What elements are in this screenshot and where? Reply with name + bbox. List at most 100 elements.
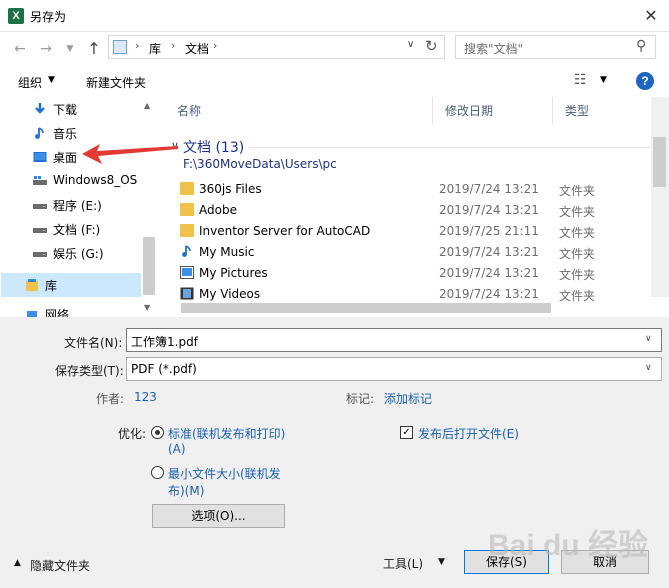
radio-standard-label[interactable]: 标准(联机发布和打印): [168, 425, 285, 442]
sidebar-item-drive-e[interactable]: 程序 (E:): [1, 193, 141, 217]
file-type: 文件夹: [559, 289, 596, 303]
breadcrumb-separator[interactable]: ›: [213, 39, 217, 52]
scroll-up-arrow[interactable]: ▲: [144, 101, 150, 110]
scrollbar-thumb[interactable]: [143, 237, 155, 295]
sidebar-item-windows8-os[interactable]: Windows8_OS: [1, 169, 141, 193]
open-after-publish-label[interactable]: 发布后打开文件(E): [418, 425, 519, 442]
filetype-select[interactable]: PDF (*.pdf) ∨: [126, 357, 662, 381]
file-name: 360js Files: [199, 182, 262, 196]
radio-standard-label-line2[interactable]: (A): [168, 442, 186, 456]
filename-value[interactable]: 工作簿1.pdf: [131, 333, 198, 350]
radio-standard[interactable]: [151, 426, 164, 439]
back-button[interactable]: ←: [10, 38, 30, 60]
filename-label: 文件名(N):: [64, 336, 123, 350]
table-row[interactable]: Inventor Server for AutoCAD 2019/7/25 21…: [165, 221, 651, 242]
forward-button[interactable]: →: [36, 38, 56, 60]
excel-icon: X: [8, 8, 24, 24]
sidebar-item-label: 音乐: [53, 127, 78, 141]
arrow-up-icon: ↑: [87, 39, 101, 58]
group-header[interactable]: 文档 (13): [183, 137, 244, 157]
checkmark-icon: ✓: [402, 427, 411, 438]
window-title: 另存为: [30, 10, 67, 24]
view-options-icon[interactable]: ☷: [574, 72, 587, 88]
open-after-publish-checkbox[interactable]: ✓: [400, 426, 413, 439]
radio-minimum-size-label-line2[interactable]: 布)(M): [168, 482, 204, 499]
file-date: 2019/7/24 13:21: [439, 245, 539, 259]
filename-field[interactable]: 工作簿1.pdf ∨: [126, 328, 662, 352]
table-row[interactable]: My Pictures 2019/7/24 13:21 文件夹: [165, 263, 651, 284]
file-type: 文件夹: [559, 247, 596, 261]
drive-icon: [33, 228, 47, 233]
sidebar-item-downloads[interactable]: 下载: [1, 97, 141, 121]
column-header-type[interactable]: 类型: [553, 97, 651, 125]
folder-icon: [180, 203, 194, 216]
library-icon: [113, 40, 127, 54]
up-button[interactable]: ↑: [84, 38, 104, 60]
options-button[interactable]: 选项(O)...: [152, 504, 285, 528]
close-icon: ✕: [644, 6, 658, 25]
sidebar-item-drive-f[interactable]: 文档 (F:): [1, 217, 141, 241]
tags-label: 标记:: [346, 392, 375, 406]
file-type: 文件夹: [559, 205, 596, 219]
author-label: 作者:: [96, 392, 125, 406]
vertical-scrollbar[interactable]: [651, 97, 669, 297]
tools-button[interactable]: 工具(L): [383, 555, 423, 572]
add-tags-link[interactable]: 添加标记: [384, 390, 432, 407]
scroll-down-arrow[interactable]: ▼: [144, 303, 150, 312]
recent-locations-button[interactable]: ▼: [62, 38, 78, 60]
file-date: 2019/7/24 13:21: [439, 182, 539, 196]
help-icon[interactable]: ?: [636, 72, 654, 90]
breadcrumb-library[interactable]: 库: [149, 40, 161, 57]
column-header-date[interactable]: 修改日期: [433, 97, 553, 125]
file-name: My Videos: [199, 287, 261, 301]
command-bar: 组织 ▼ 新建文件夹 ☷ ▼ ?: [0, 66, 669, 96]
radio-minimum-size-label[interactable]: 最小文件大小(联机发: [168, 465, 281, 482]
sidebar-item-label: 下载: [53, 103, 78, 117]
chevron-down-icon: ∨: [645, 363, 652, 373]
chevron-down-icon[interactable]: ∨: [645, 334, 652, 344]
file-name: Inventor Server for AutoCAD: [199, 224, 371, 238]
close-button[interactable]: ✕: [640, 5, 662, 27]
breadcrumb-separator[interactable]: ›: [135, 39, 139, 52]
table-row[interactable]: Adobe 2019/7/24 13:21 文件夹: [165, 200, 651, 221]
hide-folders-toggle[interactable]: 隐藏文件夹: [30, 557, 90, 574]
music-folder-icon: [182, 245, 191, 257]
download-icon: [35, 103, 45, 114]
horizontal-scrollbar-thumb[interactable]: [181, 303, 551, 313]
search-input[interactable]: 搜索"文档" ⚲: [455, 35, 656, 59]
table-row[interactable]: My Videos 2019/7/24 13:21 文件夹: [165, 284, 651, 305]
search-placeholder: 搜索"文档": [464, 42, 524, 56]
sidebar-item-label: 桌面: [53, 151, 78, 165]
table-row[interactable]: My Music 2019/7/24 13:21 文件夹: [165, 242, 651, 263]
new-folder-button[interactable]: 新建文件夹: [86, 74, 146, 91]
refresh-icon[interactable]: ↻: [425, 37, 443, 55]
column-header-name[interactable]: 名称: [165, 97, 433, 125]
filetype-value: PDF (*.pdf): [131, 362, 197, 376]
organize-button[interactable]: 组织: [18, 74, 42, 91]
address-bar[interactable]: › 库 › 文档 › ∨ ↻: [108, 35, 445, 59]
sidebar-item-network[interactable]: 网络: [1, 302, 141, 317]
table-row[interactable]: 360js Files 2019/7/24 13:21 文件夹: [165, 179, 651, 200]
caret-down-icon[interactable]: ▼: [438, 557, 445, 567]
library-icon: [26, 279, 38, 291]
radio-minimum-size[interactable]: [151, 466, 164, 479]
network-icon: [27, 311, 37, 317]
chevron-down-icon: ▼: [66, 44, 74, 54]
breadcrumb-documents[interactable]: 文档: [185, 40, 209, 57]
sidebar-item-label: 网络: [45, 308, 70, 317]
file-date: 2019/7/24 13:21: [439, 287, 539, 301]
sidebar-item-drive-g[interactable]: 娱乐 (G:): [1, 241, 141, 265]
sidebar-item-label: Windows8_OS: [53, 173, 138, 187]
pictures-folder-icon: [180, 266, 194, 279]
arrow-right-icon: →: [40, 41, 52, 57]
sidebar-item-library[interactable]: 库: [1, 273, 141, 297]
scrollbar-thumb[interactable]: [653, 137, 666, 187]
annotation-arrow-icon: [82, 144, 178, 164]
caret-down-icon[interactable]: ▼: [600, 75, 607, 85]
breadcrumb-separator[interactable]: ›: [171, 39, 175, 52]
author-value[interactable]: 123: [134, 390, 157, 404]
caret-up-icon[interactable]: ▲: [14, 558, 21, 568]
arrow-left-icon: ←: [14, 41, 26, 57]
chevron-down-icon[interactable]: ∨: [407, 39, 421, 50]
sidebar-item-label: 程序 (E:): [53, 199, 102, 213]
